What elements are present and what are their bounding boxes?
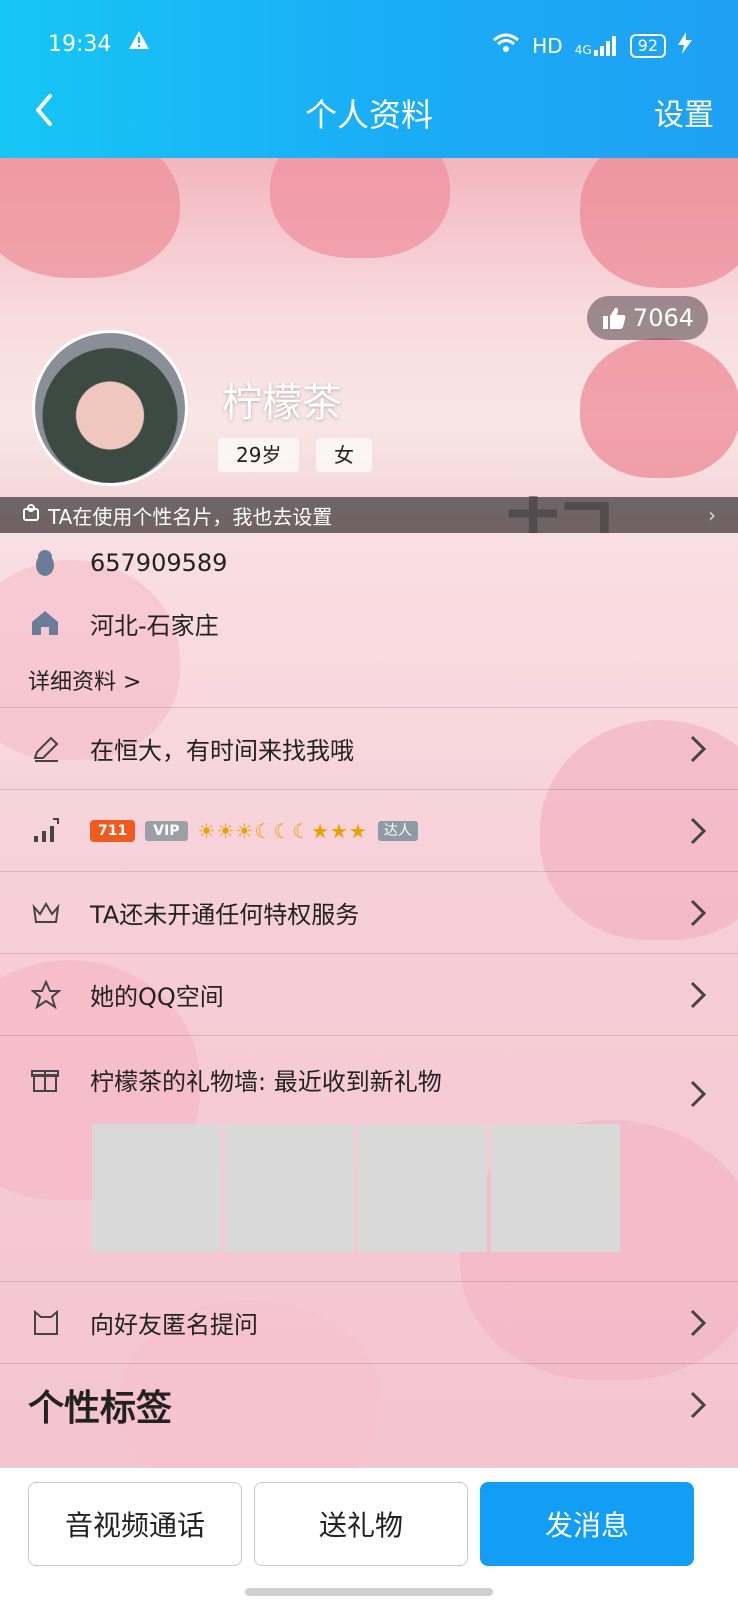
card-notice-bar[interactable]: TA在使用个性名片，我也去设置 ›: [0, 497, 738, 533]
privilege-row[interactable]: TA还未开通任何特权服务: [0, 871, 738, 953]
settings-button[interactable]: 设置: [654, 90, 714, 134]
talent-badge: 达人: [377, 820, 418, 841]
status-time: 19:34: [48, 32, 112, 57]
gift-grid: [92, 1124, 620, 1252]
profile-details: 657909589 河北-石家庄 详细资料 > 在恒大，有时间来找我哦 711 …: [0, 533, 738, 1445]
qq-number: 657909589: [90, 549, 228, 577]
page-title: 个人资料: [304, 96, 433, 134]
signature-row[interactable]: 在恒大，有时间来找我哦: [0, 707, 738, 789]
gift-item[interactable]: [358, 1124, 487, 1252]
card-notice-text: TA在使用个性名片，我也去设置: [48, 504, 333, 529]
profile-card: 一起 7064 柠檬茶 29岁 女 TA在使用个性名片，我也去设置 ›: [0, 158, 738, 533]
vip-badge: VIP: [145, 820, 188, 841]
fire-level-badge: 711: [90, 819, 136, 842]
gift-icon: [30, 1064, 62, 1096]
title-bar: 19:34 HD 4G 92 个人资料 设置: [0, 0, 738, 158]
qzone-row[interactable]: 她的QQ空间: [0, 953, 738, 1035]
send-gift-button[interactable]: 送礼物: [254, 1482, 468, 1566]
level-row[interactable]: 711 VIP ☀☀☀☾☾☾★★★ 达人: [0, 789, 738, 871]
call-button[interactable]: 音视频通话: [28, 1482, 242, 1566]
cat-icon: [30, 1307, 62, 1339]
penguin-icon: [30, 548, 60, 578]
status-bar: 19:34 HD 4G 92: [0, 30, 738, 64]
network-label: HD: [532, 33, 563, 58]
nickname: 柠檬茶: [222, 380, 342, 426]
home-icon: [30, 608, 60, 638]
card-icon: [22, 503, 40, 527]
location: 河北-石家庄: [90, 611, 219, 640]
detail-info-link[interactable]: 详细资料 >: [0, 653, 738, 707]
avatar[interactable]: [32, 330, 188, 486]
anon-question-row[interactable]: 向好友匿名提问: [0, 1281, 738, 1363]
tags-title: 个性标签: [28, 1387, 173, 1429]
like-button[interactable]: 7064: [586, 296, 708, 340]
gift-item[interactable]: [491, 1124, 620, 1252]
battery-icon: 92: [629, 33, 666, 58]
gift-item[interactable]: [225, 1124, 354, 1252]
gender-tag: 女: [316, 438, 372, 472]
anon-question-text: 向好友匿名提问: [90, 1311, 258, 1339]
privilege-text: TA还未开通任何特权服务: [90, 901, 360, 929]
signal-icon: 4G: [575, 35, 618, 56]
level-bars-icon: [30, 815, 62, 847]
chevron-right-icon: [690, 817, 707, 844]
star-icon: [30, 979, 62, 1011]
gift-wall-row[interactable]: 柠檬茶的礼物墙: 最近收到新礼物: [0, 1035, 738, 1281]
badges: 711 VIP ☀☀☀☾☾☾★★★ 达人: [90, 819, 418, 843]
like-count: 7064: [632, 304, 694, 332]
personal-tags-row[interactable]: 个性标签: [0, 1363, 738, 1445]
crown-icon: [30, 897, 62, 929]
chevron-right-icon: [690, 1080, 707, 1108]
gift-wall-text: 柠檬茶的礼物墙: 最近收到新礼物: [90, 1068, 442, 1096]
gift-item[interactable]: [92, 1124, 221, 1252]
qq-number-row: 657909589: [0, 533, 738, 593]
charging-icon: [678, 32, 692, 59]
send-message-button[interactable]: 发消息: [480, 1482, 694, 1566]
wifi-icon: [492, 33, 520, 58]
age-tag: 29岁: [218, 438, 300, 472]
bottom-action-bar: 音视频通话 送礼物 发消息: [0, 1468, 738, 1600]
chevron-right-icon: [690, 899, 707, 926]
chevron-right-icon: [690, 1391, 707, 1418]
qzone-text: 她的QQ空间: [90, 983, 224, 1011]
signature-text: 在恒大，有时间来找我哦: [90, 737, 354, 765]
level-icons: ☀☀☀☾☾☾★★★: [197, 818, 368, 843]
chevron-right-icon: ›: [708, 503, 716, 527]
thumbs-up-icon: [602, 307, 626, 329]
chevron-right-icon: [690, 1309, 707, 1336]
chevron-right-icon: [690, 735, 707, 762]
chevron-right-icon: [690, 981, 707, 1008]
location-row: 河北-石家庄: [0, 593, 738, 653]
pencil-icon: [30, 733, 62, 765]
warning-icon: [128, 30, 150, 56]
home-indicator[interactable]: [245, 1588, 493, 1596]
